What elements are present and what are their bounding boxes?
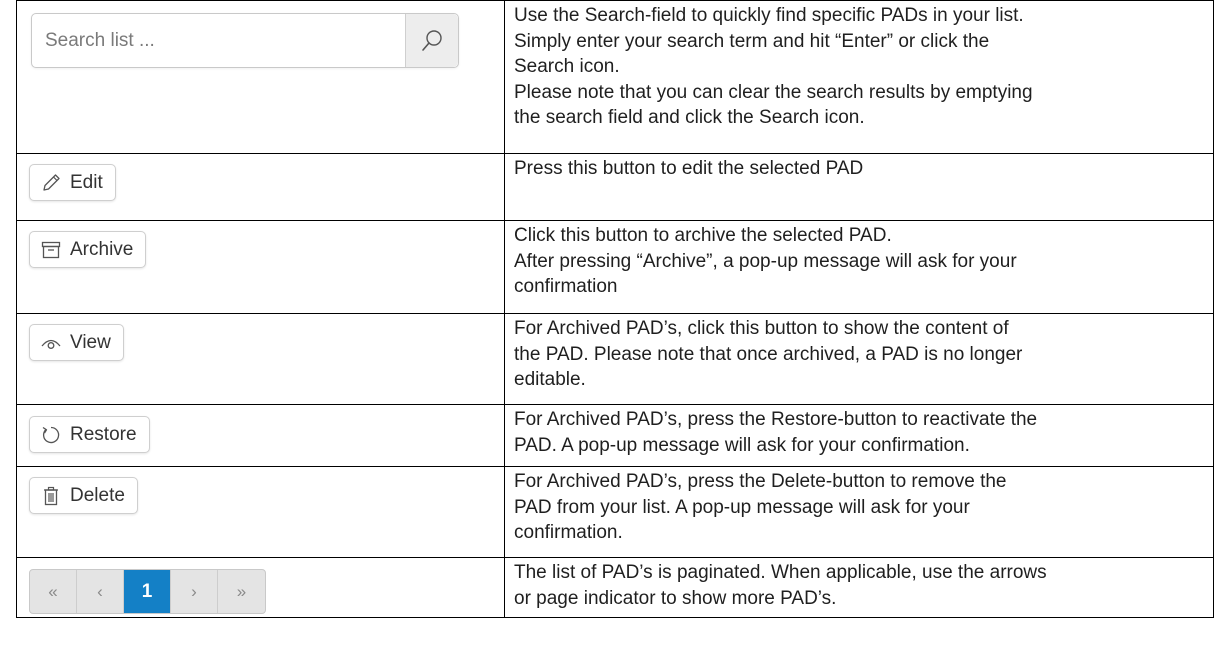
row-pagination: « ‹ 1 › » The list of PAD’s is paginated… [16, 557, 1214, 618]
search-input[interactable] [32, 14, 405, 67]
current-page-button[interactable]: 1 [124, 570, 171, 613]
view-description: For Archived PAD’s, click this button to… [504, 313, 1214, 405]
archive-description: Click this button to archive the selecte… [504, 220, 1214, 314]
help-table: Use the Search-field to quickly find spe… [16, 0, 1214, 618]
cell-pagination-demo: « ‹ 1 › » [16, 557, 505, 618]
pencil-icon [40, 172, 62, 194]
cell-restore-demo: Restore [16, 404, 505, 467]
edit-description: Press this button to edit the selected P… [504, 153, 1214, 221]
restore-button[interactable]: Restore [29, 416, 150, 453]
edit-button[interactable]: Edit [29, 164, 116, 201]
next-page-button[interactable]: › [171, 570, 218, 613]
archive-button[interactable]: Archive [29, 231, 147, 268]
search-icon [422, 29, 442, 51]
row-delete: Delete For Archived PAD’s, press the Del… [16, 466, 1214, 558]
archive-box-icon [40, 239, 62, 261]
archive-button-label: Archive [70, 238, 134, 260]
delete-button[interactable]: Delete [29, 477, 138, 514]
pagination: « ‹ 1 › » [29, 569, 266, 614]
restore-description: For Archived PAD’s, press the Restore-bu… [504, 404, 1214, 467]
cell-edit-demo: Edit [16, 153, 505, 221]
row-search: Use the Search-field to quickly find spe… [16, 0, 1214, 154]
restore-button-label: Restore [70, 423, 137, 445]
search-description: Use the Search-field to quickly find spe… [504, 0, 1214, 154]
row-view: View For Archived PAD’s, click this butt… [16, 313, 1214, 405]
restore-icon [40, 424, 62, 446]
row-edit: Edit Press this button to edit the selec… [16, 153, 1214, 221]
row-restore: Restore For Archived PAD’s, press the Re… [16, 404, 1214, 467]
search-box[interactable] [31, 13, 459, 68]
search-button[interactable] [405, 14, 458, 67]
pagination-description: The list of PAD’s is paginated. When app… [504, 557, 1214, 618]
cell-search-demo [16, 0, 505, 154]
view-button[interactable]: View [29, 324, 124, 361]
last-page-button[interactable]: » [218, 570, 265, 613]
delete-description: For Archived PAD’s, press the Delete-but… [504, 466, 1214, 558]
row-archive: Archive Click this button to archive the… [16, 220, 1214, 314]
first-page-button[interactable]: « [30, 570, 77, 613]
view-button-label: View [70, 331, 111, 353]
cell-delete-demo: Delete [16, 466, 505, 558]
trash-icon [40, 485, 62, 507]
cell-view-demo: View [16, 313, 505, 405]
edit-button-label: Edit [70, 171, 103, 193]
eye-icon [40, 332, 62, 354]
cell-archive-demo: Archive [16, 220, 505, 314]
previous-page-button[interactable]: ‹ [77, 570, 124, 613]
delete-button-label: Delete [70, 484, 125, 506]
